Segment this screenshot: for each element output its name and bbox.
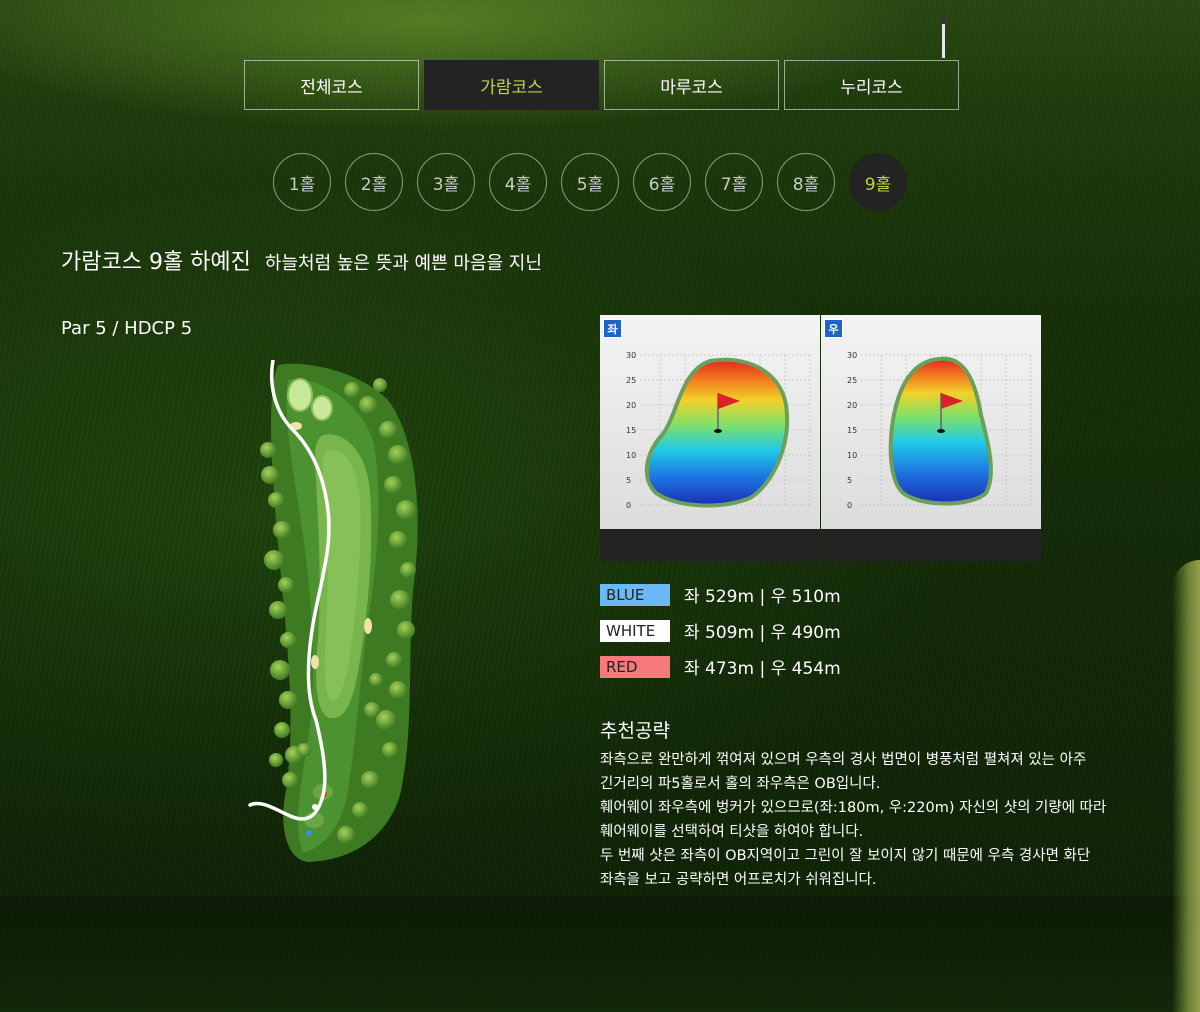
hole-button-4[interactable]: 4홀 <box>489 153 547 211</box>
y-tick: 5 <box>847 476 853 485</box>
tab-garam-course[interactable]: 가람코스 <box>424 60 599 110</box>
strategy-line: 두 번째 샷은 좌측이 OB지역이고 그린이 잘 보이지 않기 때문에 우측 경… <box>600 848 1091 864</box>
hole-button-9[interactable]: 9홀 <box>849 153 907 211</box>
left-green-badge: 좌 <box>603 319 622 338</box>
strategy-line: 좌측으로 완만하게 꺾여져 있으며 우측의 경사 법면이 병풍처럼 펼쳐져 있는… <box>600 752 1087 768</box>
hole-selector: 1홀 2홀 3홀 4홀 5홀 6홀 7홀 8홀 9홀 <box>273 153 907 211</box>
strategy-line: 긴거리의 파5홀로서 홀의 좌우측은 OB입니다. <box>600 776 881 792</box>
y-tick: 25 <box>626 376 637 385</box>
hole-title: 가람코스 9홀 하예진 하늘처럼 높은 뜻과 예쁜 마음을 지닌 <box>61 244 542 276</box>
y-tick: 5 <box>626 476 632 485</box>
strategy-line: 훼어웨이 좌우측에 벙커가 있으므로(좌:180m, 우:220m) 자신의 샷… <box>600 800 1107 816</box>
hole-button-7[interactable]: 7홀 <box>705 153 763 211</box>
y-tick: 30 <box>626 351 637 360</box>
green-panel-footer <box>821 529 1041 561</box>
tab-maru-course[interactable]: 마루코스 <box>604 60 779 110</box>
strategy-line: 훼어웨이를 선택하여 티샷을 하여야 합니다. <box>600 824 864 840</box>
background-foliage <box>1172 560 1200 1012</box>
hole-button-3[interactable]: 3홀 <box>417 153 475 211</box>
hole-button-6[interactable]: 6홀 <box>633 153 691 211</box>
course-tabs: 전체코스 가람코스 마루코스 누리코스 <box>244 60 959 110</box>
right-green-badge: 우 <box>824 319 843 338</box>
hole-button-8[interactable]: 8홀 <box>777 153 835 211</box>
par-info: Par 5 / HDCP 5 <box>61 318 193 339</box>
tee-row-blue: BLUE 좌 529m | 우 510m <box>600 582 841 607</box>
strategy-text: 좌측으로 완만하게 꺾여져 있으며 우측의 경사 법면이 병풍처럼 펼쳐져 있는… <box>600 748 1140 892</box>
tee-label-blue: BLUE <box>600 583 670 606</box>
y-tick: 10 <box>626 451 637 460</box>
y-tick: 20 <box>847 401 858 410</box>
y-tick: 15 <box>847 426 858 435</box>
green-contour-plot-right: 우 30 25 20 15 10 5 0 <box>821 315 1041 529</box>
green-panel-right: 우 30 25 20 15 10 5 0 <box>821 315 1041 561</box>
tab-all-course[interactable]: 전체코스 <box>244 60 419 110</box>
y-tick: 25 <box>847 376 858 385</box>
hole-button-2[interactable]: 2홀 <box>345 153 403 211</box>
y-tick: 10 <box>847 451 858 460</box>
tee-distance-blue: 좌 529m | 우 510m <box>684 587 841 607</box>
tab-nuri-course[interactable]: 누리코스 <box>784 60 959 110</box>
hole-layout-map <box>248 360 418 862</box>
green-contour-plot-left: 좌 30 25 20 15 10 5 0 <box>600 315 820 529</box>
strategy-title: 추천공략 <box>600 720 670 742</box>
tee-distance-red: 좌 473m | 우 454m <box>684 659 841 679</box>
y-tick: 15 <box>626 426 637 435</box>
tee-row-white: WHITE 좌 509m | 우 490m <box>600 618 841 643</box>
background-band <box>0 896 1200 1012</box>
y-tick: 0 <box>626 501 632 510</box>
green-panel-left: 좌 30 25 20 15 10 5 0 <box>600 315 820 561</box>
y-tick: 0 <box>847 501 853 510</box>
y-tick: 30 <box>847 351 858 360</box>
hole-title-main: 가람코스 9홀 하예진 <box>61 250 251 275</box>
tee-distance-white: 좌 509m | 우 490m <box>684 623 841 643</box>
y-tick: 20 <box>626 401 637 410</box>
green-panel-footer <box>600 529 820 561</box>
tee-row-red: RED 좌 473m | 우 454m <box>600 654 841 679</box>
hole-button-1[interactable]: 1홀 <box>273 153 331 211</box>
hole-button-5[interactable]: 5홀 <box>561 153 619 211</box>
strategy-line: 좌측을 보고 공략하면 어프로치가 쉬워집니다. <box>600 872 877 888</box>
tee-label-white: WHITE <box>600 619 670 642</box>
background-flag <box>942 16 945 58</box>
tee-label-red: RED <box>600 655 670 678</box>
hole-title-sub: 하늘처럼 높은 뜻과 예쁜 마음을 지닌 <box>264 253 542 274</box>
